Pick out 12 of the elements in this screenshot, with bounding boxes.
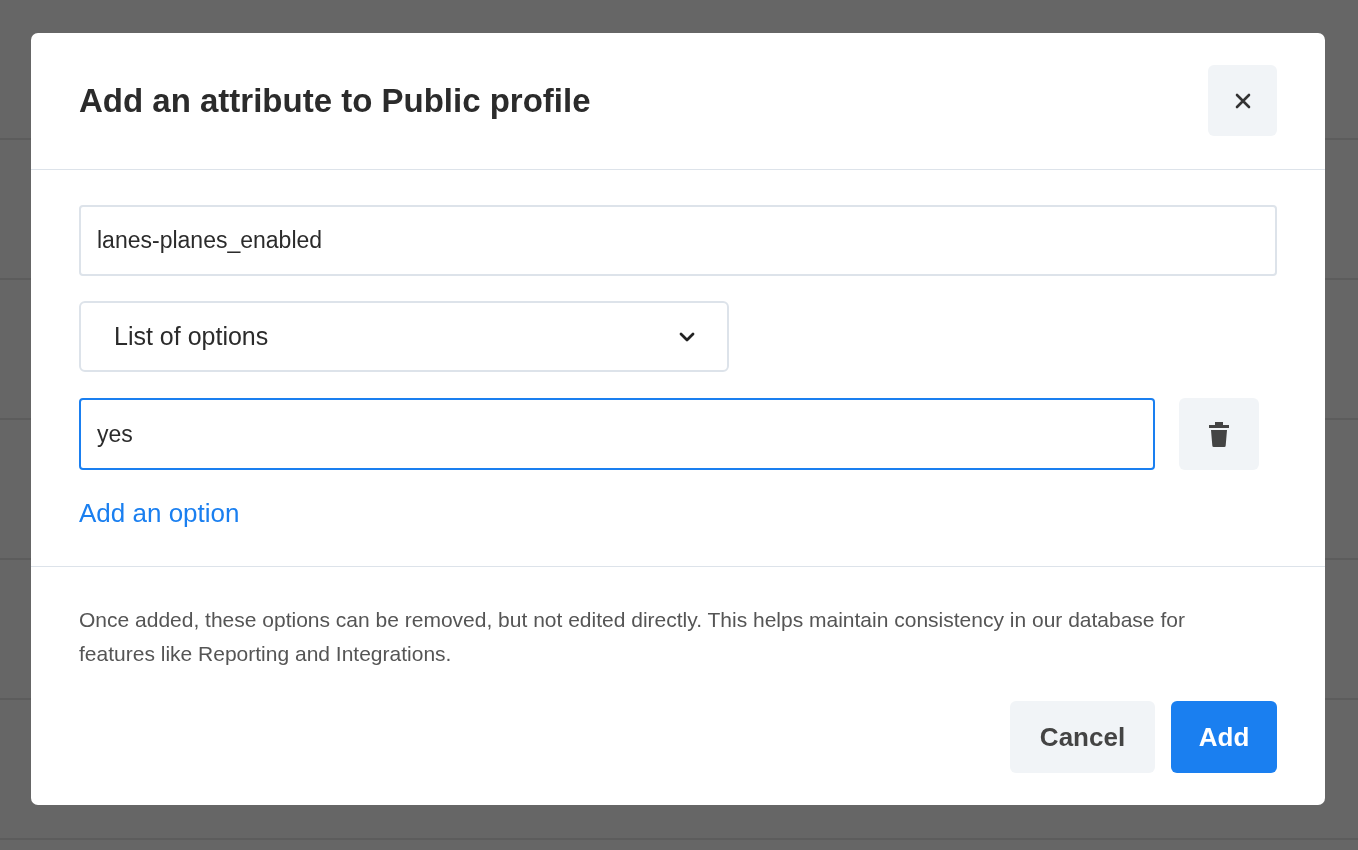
add-button[interactable]: Add (1171, 701, 1277, 773)
dialog-title: Add an attribute to Public profile (79, 81, 591, 120)
name-input-field[interactable]: lanes-planes_enabled (79, 205, 1277, 276)
cancel-button[interactable]: Cancel (1010, 701, 1155, 773)
type-dropdown[interactable]: List of options (79, 301, 729, 372)
trash-icon (1208, 421, 1230, 447)
chevron-down-icon (679, 331, 695, 342)
add-option-link[interactable]: Add an option (79, 498, 240, 529)
help-text: Once added, these options can be removed, but not edited directly. This helps maintain consistency in our database for features like Reporting and Integrations. (79, 607, 1186, 667)
close-icon (1233, 91, 1252, 110)
delete-option-button[interactable] (1179, 398, 1259, 470)
option-input-field[interactable]: yes (79, 398, 1155, 470)
